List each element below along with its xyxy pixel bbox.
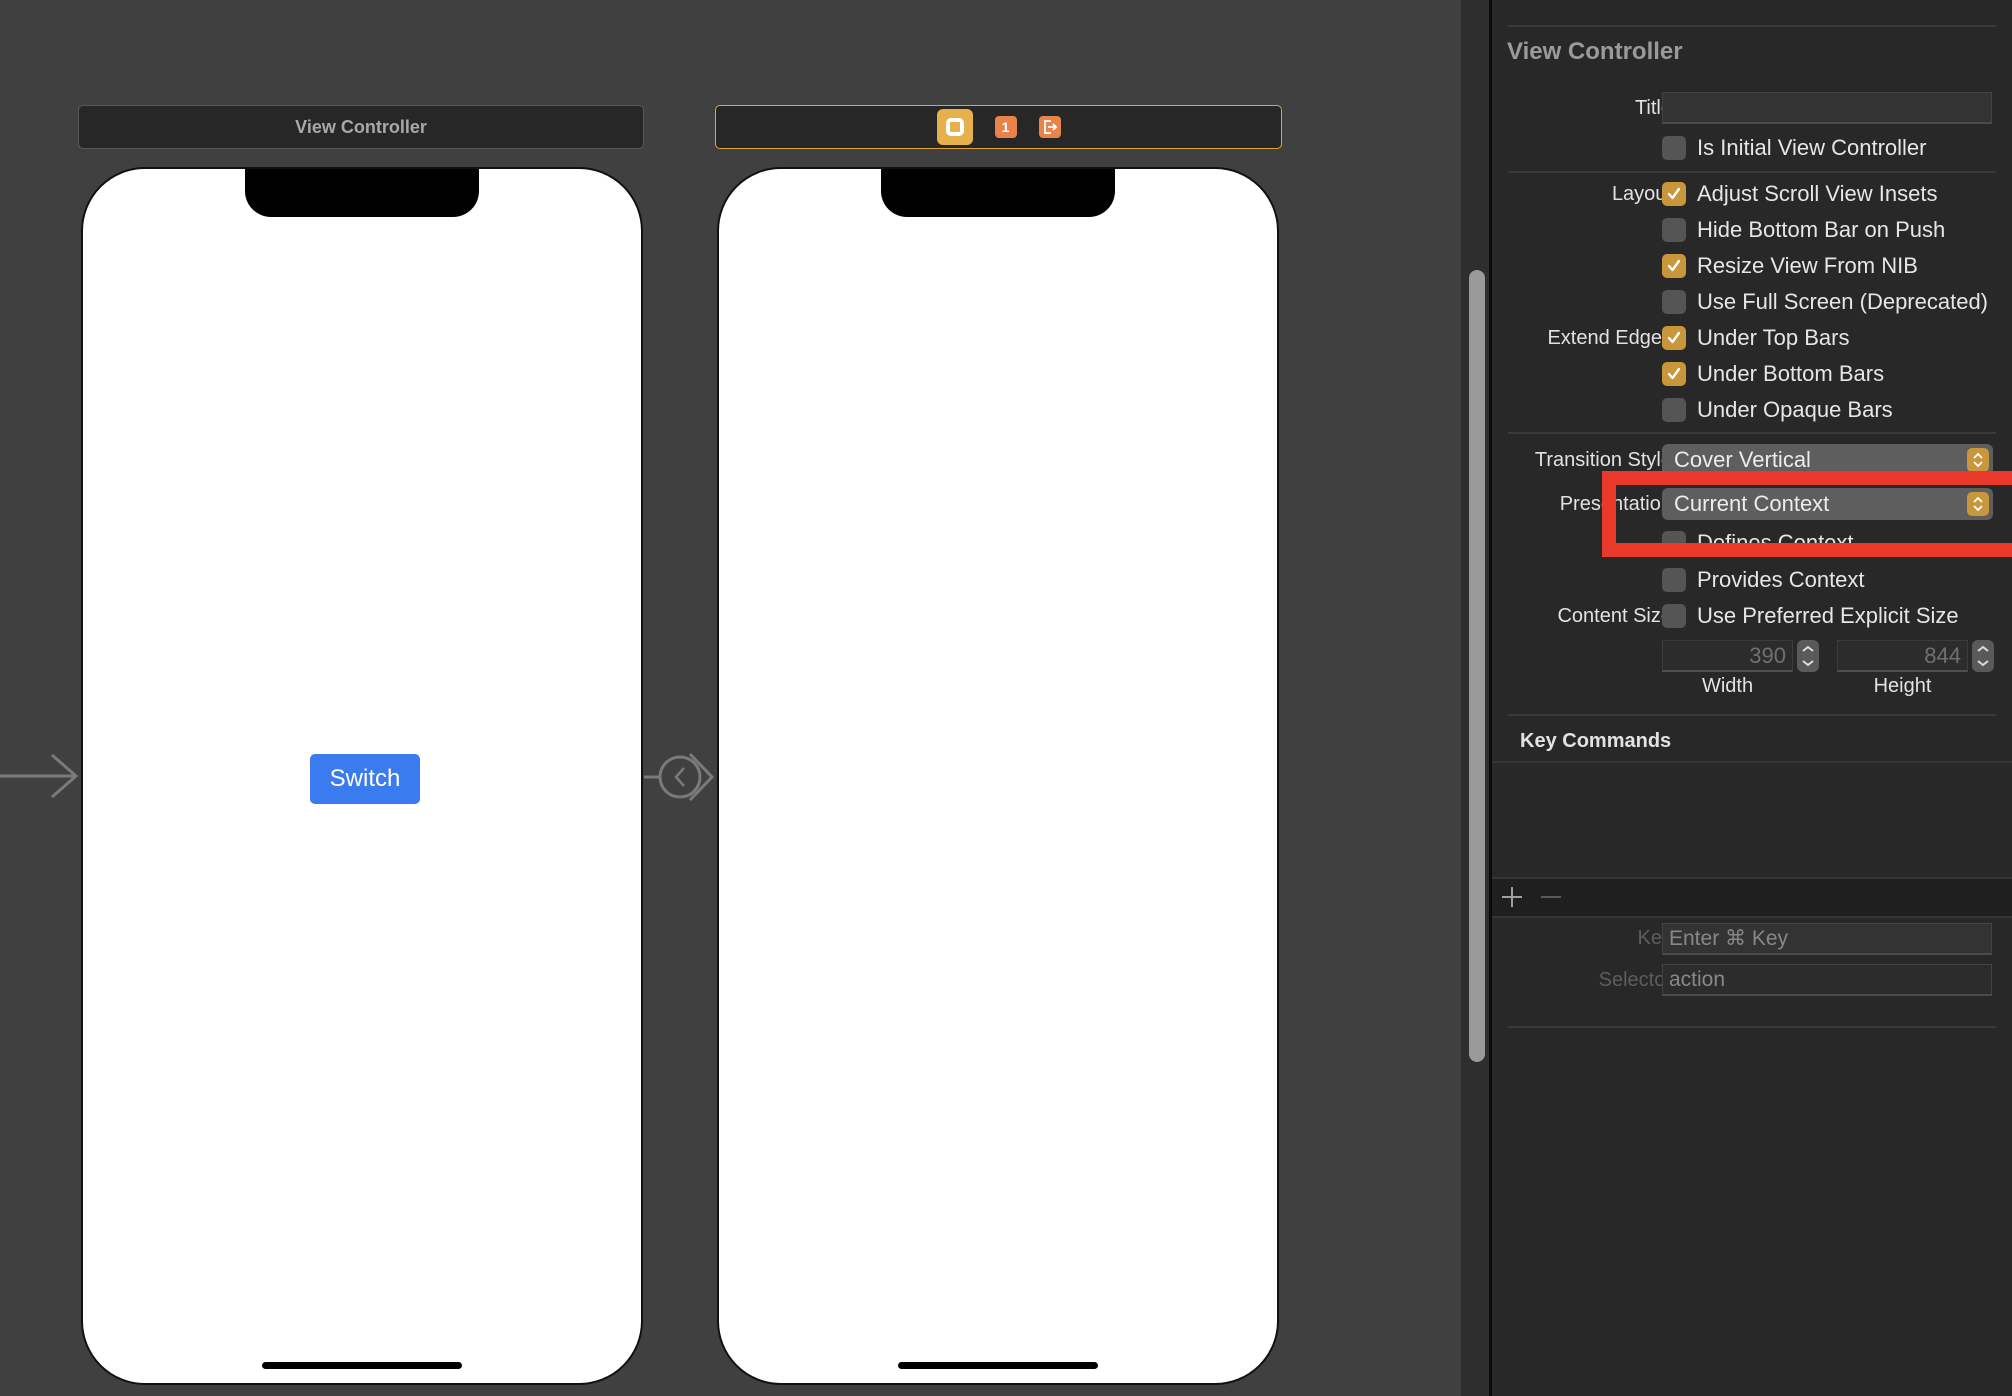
content-size-label: Content Size <box>1557 605 1672 627</box>
key-commands-toolbar <box>1492 877 2012 918</box>
checkbox-label: Under Bottom Bars <box>1697 361 1885 386</box>
width-stepper[interactable] <box>1797 640 1819 672</box>
provides-context-checkbox[interactable]: Provides Context <box>1662 567 1865 593</box>
home-indicator <box>898 1362 1098 1369</box>
checkbox-label: Hide Bottom Bar on Push <box>1697 217 1946 242</box>
checkbox[interactable] <box>1662 568 1686 592</box>
separator <box>1508 714 1996 716</box>
switch-button[interactable]: Switch <box>310 754 420 804</box>
checkbox[interactable] <box>1662 290 1686 314</box>
option-checkbox-row[interactable]: Hide Bottom Bar on Push <box>1662 217 1945 243</box>
option-checkbox-row[interactable]: Under Top Bars <box>1662 325 1849 351</box>
scene-title: View Controller <box>295 116 427 137</box>
selector-field[interactable]: action <box>1662 964 1992 996</box>
add-icon[interactable] <box>1500 885 1524 909</box>
scene-dock-presented[interactable]: 1 <box>715 105 1282 149</box>
checkbox-label: Use Preferred Explicit Size <box>1697 603 1959 628</box>
segue-icon[interactable] <box>640 748 716 806</box>
checkbox-checked[interactable] <box>1662 326 1686 350</box>
transition-style-label: Transition Style <box>1534 449 1672 471</box>
device-notch <box>245 169 479 217</box>
home-indicator <box>262 1362 462 1369</box>
separator <box>1508 171 1996 173</box>
checkbox-label: Under Opaque Bars <box>1697 397 1893 422</box>
checkbox-label: Provides Context <box>1697 567 1865 592</box>
storyboard-canvas[interactable]: View Controller Switch 1 <box>0 0 1461 1396</box>
checkbox-checked[interactable] <box>1662 362 1686 386</box>
use-preferred-size-checkbox[interactable]: Use Preferred Explicit Size <box>1662 603 1959 629</box>
option-checkbox-row[interactable]: Use Full Screen (Deprecated) <box>1662 289 1988 315</box>
key-commands-list[interactable] <box>1492 761 2012 879</box>
initial-entry-arrow-icon <box>0 753 79 799</box>
separator <box>1508 25 1996 27</box>
checkmark-icon <box>1667 187 1681 200</box>
checkmark-icon <box>1667 259 1681 272</box>
separator <box>1508 1026 1996 1028</box>
checkmark-icon <box>1667 331 1681 344</box>
inspector-section-title: View Controller <box>1507 38 1683 65</box>
exit-icon[interactable] <box>1038 116 1061 138</box>
attributes-inspector: View Controller Title Is Initial View Co… <box>1492 0 2012 1396</box>
iphone-frame-view-controller[interactable]: Switch <box>81 167 643 1385</box>
title-field[interactable] <box>1662 92 1992 124</box>
option-checkbox-row[interactable]: Resize View From NIB <box>1662 253 1918 279</box>
checkbox-label: Use Full Screen (Deprecated) <box>1697 289 1989 314</box>
option-checkbox-row[interactable]: Under Opaque Bars <box>1662 397 1893 423</box>
checkbox-checked[interactable] <box>1662 182 1686 206</box>
iphone-frame-presented[interactable] <box>717 167 1279 1385</box>
remove-icon[interactable] <box>1539 885 1563 909</box>
extend-edges-label: Extend Edges <box>1547 327 1672 349</box>
checkbox-checked[interactable] <box>1662 254 1686 278</box>
scene-header-view-controller[interactable]: View Controller <box>78 105 644 149</box>
height-field[interactable]: 844 <box>1837 640 1968 672</box>
key-commands-title: Key Commands <box>1520 730 1672 752</box>
height-stepper[interactable] <box>1972 640 1994 672</box>
separator <box>1508 432 1996 434</box>
first-responder-icon[interactable]: 1 <box>994 116 1017 138</box>
checkbox-label: Under Top Bars <box>1697 325 1850 350</box>
key-field[interactable]: Enter ⌘ Key <box>1662 923 1992 955</box>
checkbox[interactable] <box>1662 218 1686 242</box>
popup-chevrons-icon <box>1967 448 1989 472</box>
canvas-scrollbar-thumb[interactable] <box>1469 270 1485 1062</box>
selector-label: Selector <box>1598 969 1672 991</box>
checkbox[interactable] <box>1662 398 1686 422</box>
checkmark-icon <box>1667 367 1681 380</box>
view-controller-icon[interactable] <box>936 109 973 145</box>
highlight-annotation-box <box>1602 471 2012 557</box>
checkbox[interactable] <box>1662 604 1686 628</box>
option-checkbox-row[interactable]: Under Bottom Bars <box>1662 361 1884 387</box>
checkbox-label: Is Initial View Controller <box>1697 135 1927 160</box>
width-field[interactable]: 390 <box>1662 640 1793 672</box>
checkbox[interactable] <box>1662 136 1686 160</box>
width-caption: Width <box>1701 675 1754 697</box>
height-caption: Height <box>1873 675 1932 697</box>
is-initial-vc-checkbox[interactable]: Is Initial View Controller <box>1662 135 1926 161</box>
checkbox-label: Adjust Scroll View Insets <box>1697 181 1938 206</box>
popup-value: Cover Vertical <box>1674 447 1811 472</box>
checkbox-label: Resize View From NIB <box>1697 253 1918 278</box>
option-checkbox-row[interactable]: Adjust Scroll View Insets <box>1662 181 1937 207</box>
device-notch <box>881 169 1115 217</box>
